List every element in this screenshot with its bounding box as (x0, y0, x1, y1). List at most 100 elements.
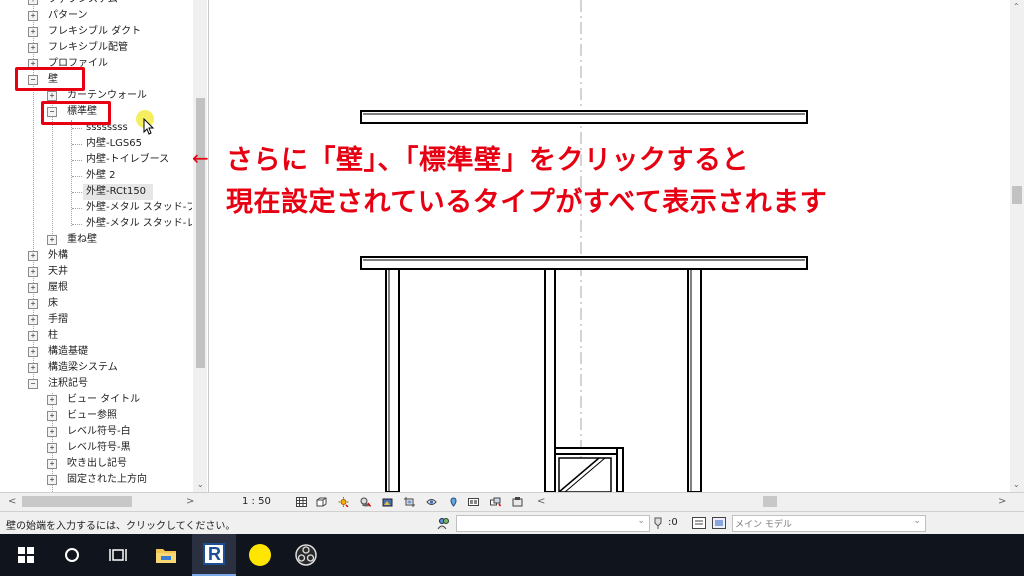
tree-item-label: 固定された上方向 (67, 474, 147, 485)
worksharing-icon[interactable] (490, 497, 501, 507)
canvas-scroll-right-icon[interactable]: > (998, 496, 1006, 507)
scroll-down-icon[interactable]: ⌄ (197, 480, 204, 489)
windows-taskbar: R (0, 534, 1024, 576)
tree-item-label: 重ね壁 (67, 234, 97, 245)
tree-item-label: 外壁 2 (86, 170, 116, 181)
red-highlight-wall (15, 67, 85, 91)
expand-icon[interactable]: + (28, 267, 38, 277)
expand-icon[interactable]: + (47, 475, 57, 485)
start-button[interactable] (4, 534, 48, 576)
expand-icon[interactable]: + (28, 11, 38, 21)
crop-view-icon[interactable] (404, 497, 415, 507)
expand-icon[interactable]: + (28, 251, 38, 261)
canvas-scroll-left-icon[interactable]: < (537, 496, 545, 507)
element-count: :0 (668, 517, 678, 528)
tree-item-type[interactable]: 外壁-メタル スタッド-ブ (86, 200, 192, 216)
tree-connector (72, 192, 82, 193)
design-option-set-icon[interactable] (712, 517, 726, 529)
task-view-icon (109, 549, 127, 561)
tree-item-label: ファブシステム (48, 0, 118, 8)
show-crop-region-icon[interactable] (426, 497, 437, 507)
cortana-circle-icon (65, 548, 79, 562)
status-hint: 壁の始端を入力するには、クリックしてください。 (6, 521, 236, 532)
expand-icon[interactable]: + (28, 315, 38, 325)
scroll-up-icon[interactable]: ⌃ (1013, 2, 1020, 11)
tree-item-label: 天井 (48, 266, 68, 277)
circle-app-button[interactable] (238, 534, 282, 576)
expand-icon[interactable]: + (28, 299, 38, 309)
design-option-dropdown[interactable]: メイン モデル ⌄ (732, 515, 926, 532)
tree-item-label: ビュー タイトル (67, 394, 141, 405)
canvas-vertical-scrollbar[interactable] (1010, 0, 1024, 492)
drawing-canvas[interactable] (209, 0, 1010, 492)
tree-item-label: 手摺 (48, 314, 68, 325)
tree-item-label: レベル符号-黒 (67, 442, 131, 453)
red-highlight-basic-wall (41, 101, 111, 125)
windows-icon (18, 547, 34, 563)
expand-icon[interactable]: + (47, 91, 57, 101)
expand-icon[interactable]: + (47, 411, 57, 421)
browser-scroll-thumb[interactable] (196, 98, 205, 368)
expand-icon[interactable]: + (47, 427, 57, 437)
view-scale[interactable]: 1 : 50 (242, 496, 271, 507)
file-explorer-icon (156, 549, 176, 563)
tree-item-label: 外壁-メタル スタッド-ブ (86, 202, 192, 213)
canvas-scroll-thumb[interactable] (1012, 186, 1022, 204)
tree-connector (72, 224, 82, 225)
tree-item-label: フレキシブル ダクト (48, 26, 142, 37)
tree-item-label: 構造基礎 (48, 346, 88, 357)
expand-icon[interactable]: + (28, 347, 38, 357)
obs-button[interactable] (284, 534, 328, 576)
yellow-circle-icon (249, 544, 271, 566)
tree-item-label: フレキシブル配管 (48, 42, 128, 53)
project-browser: +ファブシステム +パターン +フレキシブル ダクト +フレキシブル配管 +プロ… (0, 0, 209, 492)
expand-icon[interactable]: + (28, 43, 38, 53)
chevron-down-icon: ⌄ (913, 516, 921, 526)
tree-connector (72, 144, 82, 145)
tree-connector (72, 176, 82, 177)
temporary-hide-icon[interactable] (448, 497, 459, 507)
expand-icon[interactable]: + (28, 331, 38, 341)
shadows-icon[interactable] (360, 497, 371, 507)
search-button[interactable] (50, 534, 94, 576)
tree-item-label: パターン (48, 10, 88, 21)
file-explorer-button[interactable] (144, 534, 188, 576)
sun-path-icon[interactable] (338, 497, 349, 507)
expand-icon[interactable]: + (28, 283, 38, 293)
expand-icon[interactable]: + (47, 235, 57, 245)
workset-dropdown[interactable]: ⌄ (456, 515, 650, 532)
workset-icon[interactable] (437, 517, 451, 530)
task-view-button[interactable] (96, 534, 140, 576)
revit-taskbar-button[interactable]: R (192, 534, 236, 576)
expand-icon[interactable]: + (47, 395, 57, 405)
tree-item-label: 屋根 (48, 282, 68, 293)
scroll-right-icon[interactable]: > (186, 496, 194, 507)
visual-style-icon[interactable] (316, 497, 327, 507)
browser-horizontal-scroll-thumb[interactable] (22, 496, 132, 507)
annotation-line-1: さらに「壁」、「標準壁」をクリックすると (226, 145, 749, 176)
design-options-icon[interactable] (692, 517, 706, 529)
scroll-left-icon[interactable]: < (8, 496, 16, 507)
analytical-model-icon[interactable] (512, 497, 523, 507)
reveal-hidden-icon[interactable] (468, 497, 479, 507)
tree-item-type[interactable]: 外壁-メタル スタッド-レ (86, 216, 192, 232)
expand-icon[interactable]: + (28, 27, 38, 37)
expand-icon[interactable]: + (28, 0, 38, 5)
render-icon[interactable] (382, 497, 393, 507)
tree-connector (33, 0, 34, 385)
view-control-bar: < > 1 : 50 < > (0, 492, 1024, 511)
editable-only-icon[interactable] (653, 517, 663, 530)
tree-item-label: レベル符号-白 (67, 426, 131, 437)
expand-icon[interactable]: + (47, 459, 57, 469)
expand-icon[interactable]: + (47, 443, 57, 453)
scroll-down-icon[interactable]: ⌄ (1013, 480, 1020, 489)
tree-item-label: 構造梁システム (48, 362, 118, 373)
design-option-value: メイン モデル (735, 520, 792, 530)
tree-item-label: 床 (48, 298, 58, 309)
detail-level-icon[interactable] (296, 497, 307, 507)
collapse-icon[interactable]: − (28, 379, 38, 389)
revit-letter: R (208, 544, 221, 564)
canvas-horizontal-scroll-thumb[interactable] (763, 496, 777, 507)
expand-icon[interactable]: + (28, 363, 38, 373)
tree-item-label: 柱 (48, 330, 58, 341)
